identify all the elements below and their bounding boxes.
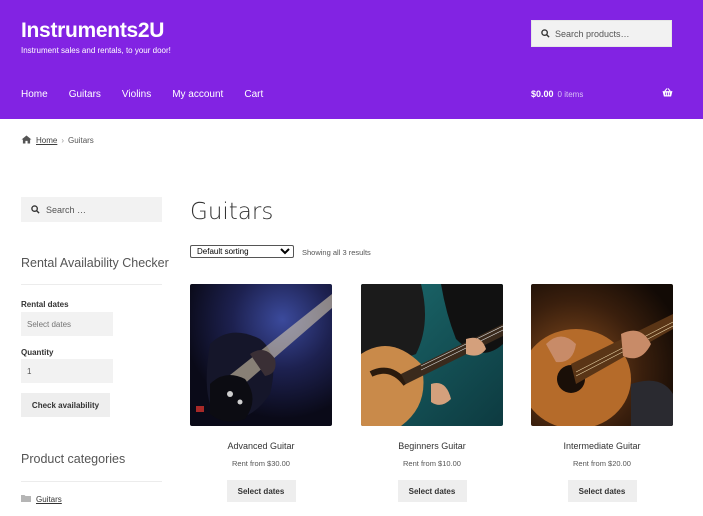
- quantity-field[interactable]: [21, 359, 113, 383]
- breadcrumb: Home › Guitars: [21, 135, 94, 146]
- sort-select[interactable]: Default sorting: [190, 245, 294, 258]
- product-card: Intermediate Guitar Rent from $20.00 Sel…: [531, 284, 673, 502]
- categories-widget-title: Product categories: [21, 452, 126, 466]
- sidebar-search[interactable]: [21, 197, 162, 222]
- search-icon: [541, 25, 550, 43]
- sidebar-search-input[interactable]: [46, 204, 156, 215]
- breadcrumb-separator: ›: [61, 136, 65, 145]
- product-name[interactable]: Intermediate Guitar: [531, 441, 673, 451]
- product-price: Rent from $10.00: [403, 459, 461, 468]
- breadcrumb-home-link[interactable]: Home: [36, 136, 57, 145]
- divider: [21, 481, 162, 482]
- primary-nav: Home Guitars Violins My account Cart: [21, 89, 284, 100]
- product-card: Beginners Guitar Rent from $10.00 Select…: [361, 284, 503, 502]
- header-cart[interactable]: $0.00 0 items: [531, 88, 673, 99]
- nav-item-my-account[interactable]: My account: [172, 89, 223, 100]
- cart-total[interactable]: $0.00: [531, 89, 554, 99]
- rental-widget-title: Rental Availability Checker: [21, 256, 169, 270]
- nav-item-home[interactable]: Home: [21, 89, 48, 100]
- category-item-guitars[interactable]: Guitars: [21, 494, 62, 504]
- product-image-advanced-guitar[interactable]: [190, 284, 332, 426]
- product-name[interactable]: Advanced Guitar: [190, 441, 332, 451]
- product-image-beginners-guitar[interactable]: [361, 284, 503, 426]
- category-link[interactable]: Guitars: [36, 495, 62, 504]
- select-dates-button[interactable]: Select dates: [226, 480, 296, 502]
- search-icon: [31, 201, 40, 219]
- site-header: Instruments2U Instrument sales and renta…: [0, 0, 703, 119]
- quantity-label: Quantity: [21, 348, 54, 357]
- breadcrumb-current: Guitars: [68, 136, 94, 145]
- nav-item-violins[interactable]: Violins: [122, 89, 151, 100]
- select-dates-button[interactable]: Select dates: [567, 480, 637, 502]
- product-price: Rent from $30.00: [232, 459, 290, 468]
- product-card: Advanced Guitar Rent from $30.00 Select …: [190, 284, 332, 502]
- folder-icon: [21, 494, 31, 504]
- product-image-intermediate-guitar[interactable]: [531, 284, 673, 426]
- product-name[interactable]: Beginners Guitar: [361, 441, 503, 451]
- site-title[interactable]: Instruments2U: [21, 19, 164, 43]
- rental-dates-field[interactable]: [21, 312, 113, 336]
- site-tagline: Instrument sales and rentals, to your do…: [21, 46, 171, 55]
- cart-count[interactable]: 0 items: [558, 90, 584, 99]
- basket-icon[interactable]: [662, 88, 673, 99]
- check-availability-button[interactable]: Check availability: [21, 393, 110, 417]
- product-price: Rent from $20.00: [573, 459, 631, 468]
- nav-item-cart[interactable]: Cart: [244, 89, 263, 100]
- rental-dates-label: Rental dates: [21, 300, 69, 309]
- page-title: Guitars: [190, 199, 274, 225]
- product-search-input[interactable]: [555, 28, 665, 39]
- select-dates-button[interactable]: Select dates: [397, 480, 467, 502]
- result-count: Showing all 3 results: [302, 248, 371, 257]
- home-icon: [21, 135, 32, 146]
- divider: [21, 284, 162, 285]
- nav-item-guitars[interactable]: Guitars: [69, 89, 101, 100]
- product-search[interactable]: [531, 20, 672, 47]
